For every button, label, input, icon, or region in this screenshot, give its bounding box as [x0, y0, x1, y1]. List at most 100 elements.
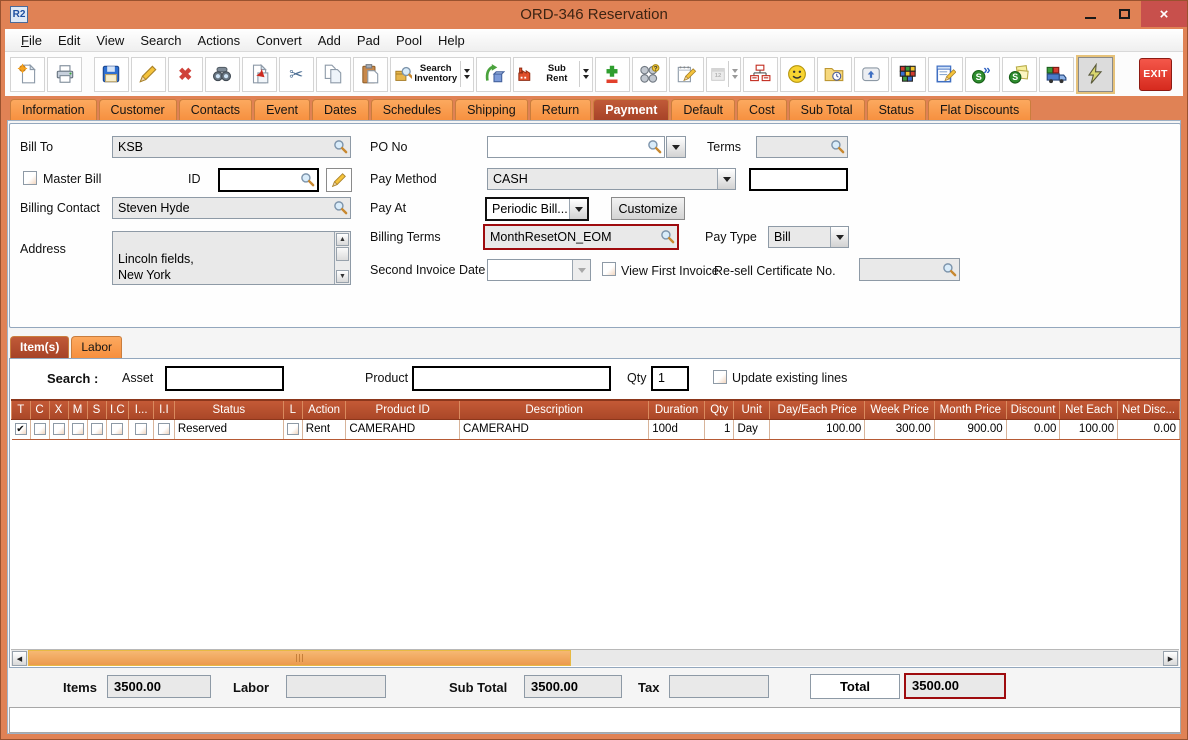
paste-button[interactable]: [353, 57, 388, 92]
asset-input[interactable]: [165, 366, 284, 391]
edit-id-button[interactable]: [326, 168, 352, 192]
pool-button[interactable]: ?: [632, 57, 667, 92]
menu-file[interactable]: File: [13, 30, 50, 51]
search-inventory-dropdown[interactable]: [460, 61, 470, 87]
exit-button[interactable]: EXIT: [1139, 58, 1172, 91]
resell-certificate-field[interactable]: [859, 258, 960, 281]
billing-terms-field[interactable]: MonthResetON_EOM: [483, 224, 679, 250]
row-checkbox-x[interactable]: [53, 423, 65, 435]
invoice-notes-button[interactable]: S: [1002, 57, 1037, 92]
find-button[interactable]: [205, 57, 240, 92]
po-no-field[interactable]: [487, 136, 665, 158]
menu-convert[interactable]: Convert: [248, 30, 310, 51]
master-bill-checkbox[interactable]: [23, 171, 37, 185]
pay-method-combo[interactable]: CASH: [487, 168, 736, 190]
row-checkbox-ii[interactable]: [158, 423, 170, 435]
delivery-button[interactable]: [1039, 57, 1074, 92]
row-checkbox-m[interactable]: [72, 423, 84, 435]
search-icon[interactable]: [333, 139, 348, 154]
search-icon[interactable]: [300, 172, 315, 187]
scrollbar-thumb[interactable]: [336, 247, 349, 261]
sub-rent-dropdown[interactable]: [579, 61, 589, 87]
row-checkbox-l[interactable]: [287, 423, 299, 435]
scroll-right-icon[interactable]: ▶: [1163, 651, 1178, 666]
menu-pad[interactable]: Pad: [349, 30, 388, 51]
scroll-down-icon[interactable]: ▼: [336, 270, 349, 283]
menu-view[interactable]: View: [88, 30, 132, 51]
view-first-invoice-checkbox[interactable]: [602, 262, 616, 276]
maximize-button[interactable]: [1107, 1, 1141, 27]
tab-dates[interactable]: Dates: [312, 99, 369, 121]
new-button[interactable]: [10, 57, 45, 92]
menu-search[interactable]: Search: [132, 30, 189, 51]
scrollbar-thumb[interactable]: [28, 650, 571, 666]
update-existing-lines-checkbox[interactable]: [713, 370, 727, 384]
row-checkbox-t[interactable]: ✔: [15, 423, 27, 435]
search-inventory-button[interactable]: Search Inventory: [390, 57, 475, 92]
search-icon[interactable]: [942, 262, 957, 277]
tab-labor[interactable]: Labor: [71, 336, 122, 358]
po-no-dropdown-button[interactable]: [666, 136, 686, 158]
edit-button[interactable]: [131, 57, 166, 92]
terms-field[interactable]: [756, 136, 848, 158]
menu-pool[interactable]: Pool: [388, 30, 430, 51]
transfer-button[interactable]: [242, 57, 277, 92]
row-checkbox-c[interactable]: [34, 423, 46, 435]
hierarchy-button[interactable]: [743, 57, 778, 92]
id-field[interactable]: [218, 168, 319, 192]
search-icon[interactable]: [830, 139, 845, 154]
tab-event[interactable]: Event: [254, 99, 310, 121]
tab-cost[interactable]: Cost: [737, 99, 787, 121]
delete-button[interactable]: ✖: [168, 57, 203, 92]
sub-rent-button[interactable]: Sub Rent: [513, 57, 593, 92]
convert-button[interactable]: [476, 57, 511, 92]
edit-document-button[interactable]: [928, 57, 963, 92]
chevron-down-icon[interactable]: [830, 227, 848, 247]
second-invoice-date-combo[interactable]: [487, 259, 591, 281]
lightning-button[interactable]: [1078, 57, 1113, 92]
search-icon[interactable]: [333, 200, 348, 215]
notes-button[interactable]: [669, 57, 704, 92]
address-field[interactable]: Lincoln fields, New York New York ▲ ▼: [112, 231, 351, 285]
product-input[interactable]: [412, 366, 611, 391]
tab-default[interactable]: Default: [671, 99, 735, 121]
tab-shipping[interactable]: Shipping: [455, 99, 528, 121]
search-icon[interactable]: [647, 139, 662, 154]
print-button[interactable]: [47, 57, 82, 92]
menu-actions[interactable]: Actions: [190, 30, 249, 51]
chevron-down-icon[interactable]: [717, 169, 735, 189]
row-checkbox-ic[interactable]: [111, 423, 123, 435]
pay-method-extra-field[interactable]: [749, 168, 848, 191]
tab-schedules[interactable]: Schedules: [371, 99, 453, 121]
row-checkbox-s[interactable]: [91, 423, 103, 435]
tab-customer[interactable]: Customer: [99, 99, 177, 121]
customize-button[interactable]: Customize: [611, 197, 685, 220]
pay-at-combo[interactable]: Periodic Bill...: [485, 197, 589, 221]
save-button[interactable]: [94, 57, 129, 92]
menu-add[interactable]: Add: [310, 30, 349, 51]
table-row[interactable]: ✔ Reserved Rent CAMERAHD CAMERAHD 100d 1…: [12, 419, 1180, 439]
scroll-up-icon[interactable]: ▲: [336, 233, 349, 246]
tab-flat-discounts[interactable]: Flat Discounts: [928, 99, 1031, 121]
copy-button[interactable]: [316, 57, 351, 92]
billing-contact-field[interactable]: Steven Hyde: [112, 197, 351, 219]
horizontal-scrollbar[interactable]: ◀ ▶: [11, 649, 1179, 666]
tab-return[interactable]: Return: [530, 99, 592, 121]
scroll-left-icon[interactable]: ◀: [12, 651, 27, 666]
history-button[interactable]: [817, 57, 852, 92]
minimize-button[interactable]: [1073, 1, 1107, 27]
row-checkbox-i[interactable]: [135, 423, 147, 435]
add-line-button[interactable]: [595, 57, 630, 92]
tab-items[interactable]: Item(s): [10, 336, 69, 358]
shortcut-button[interactable]: [854, 57, 889, 92]
close-button[interactable]: ×: [1141, 1, 1187, 27]
tab-status[interactable]: Status: [867, 99, 926, 121]
tab-payment[interactable]: Payment: [593, 99, 669, 121]
smiley-button[interactable]: [780, 57, 815, 92]
blocks-button[interactable]: [891, 57, 926, 92]
tab-contacts[interactable]: Contacts: [179, 99, 252, 121]
address-scrollbar[interactable]: ▲ ▼: [334, 232, 350, 284]
tab-sub-total[interactable]: Sub Total: [789, 99, 865, 121]
menu-edit[interactable]: Edit: [50, 30, 88, 51]
cut-button[interactable]: ✂: [279, 57, 314, 92]
